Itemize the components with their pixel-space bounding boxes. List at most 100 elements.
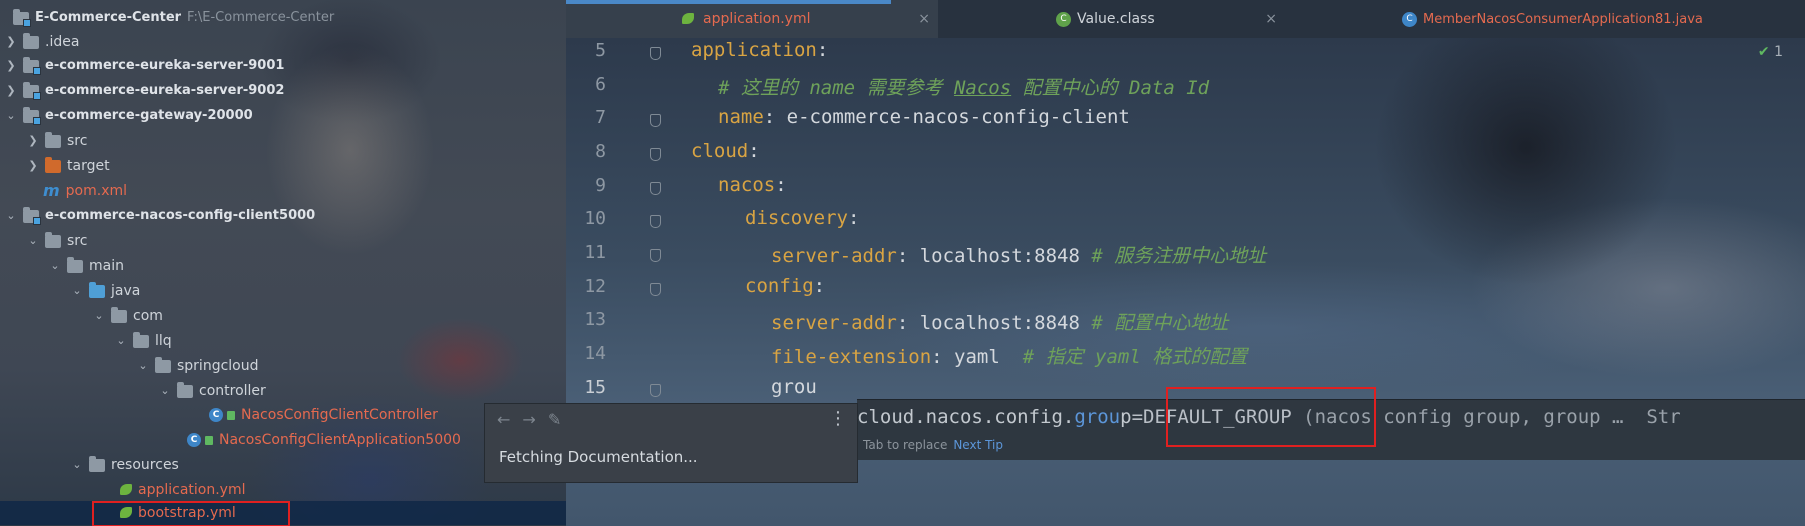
tree-item-springcloud[interactable]: ⌄ springcloud [136,354,259,378]
fold-marker-icon[interactable] [650,215,661,228]
yaml-colon: : [748,140,760,162]
yaml-key: file-extension [771,346,932,368]
class-file-icon: C [1056,11,1071,27]
tree-label: controller [199,383,266,399]
chevron-down-icon[interactable]: ⌄ [70,279,84,303]
tab-label: Value.class [1077,11,1155,27]
fold-marker-icon[interactable] [650,384,661,397]
tree-path: F:\E-Commerce-Center [187,10,335,25]
chevron-down-icon[interactable]: ⌄ [114,329,128,353]
completion-match: grou [1074,406,1121,428]
highlight-box-bootstrap [92,501,290,526]
yaml-comment: 配置中心的 Data Id [1011,77,1210,99]
module-folder-icon [23,81,41,100]
more-options-icon[interactable]: ⋮ [829,408,847,429]
yaml-colon: : [816,39,829,61]
tree-label: src [67,133,88,149]
back-arrow-icon[interactable]: ← [497,410,510,429]
folder-icon [45,131,61,148]
module-folder-icon [23,56,41,75]
tree-item-target[interactable]: ❯ target [26,154,110,178]
yaml-value: localhost:8848 [908,312,1092,334]
chevron-down-icon[interactable]: ⌄ [26,229,40,253]
line-number: 6 [595,74,606,95]
line-number: 13 [584,309,606,330]
class-icon: C [209,408,223,422]
tree-item-resources[interactable]: ⌄ resources [70,453,179,477]
chevron-right-icon[interactable]: ❯ [4,54,18,78]
fold-marker-icon[interactable] [650,114,661,127]
tree-item-controller[interactable]: ⌄ controller [158,379,266,403]
yaml-key: discovery [745,207,848,229]
tree-label: target [67,158,110,174]
close-icon[interactable]: × [918,11,930,27]
chevron-right-icon[interactable]: ❯ [26,154,40,178]
source-folder-icon [89,281,105,298]
tab-value-class[interactable]: C Value.class × [941,0,1285,38]
fold-marker-icon[interactable] [650,249,661,262]
spring-yml-icon [681,12,697,26]
tree-item-eureka-9002[interactable]: ❯ e-commerce-eureka-server-9002 [4,79,284,103]
tree-label: e-commerce-gateway-20000 [45,108,253,123]
chevron-down-icon[interactable]: ⌄ [92,304,106,328]
code-line: config: [745,275,825,297]
tree-item-idea[interactable]: ❯ .idea [4,30,79,54]
line-number: 7 [595,107,606,128]
tree-item-gateway[interactable]: ⌄ e-commerce-gateway-20000 [4,104,253,128]
package-icon [111,306,127,323]
line-number: 11 [584,242,606,263]
chevron-down-icon[interactable]: ⌄ [136,354,150,378]
chevron-down-icon[interactable]: ⌄ [48,254,62,278]
tree-label: pom.xml [65,183,128,199]
tree-item-application-yml[interactable]: application.yml [116,478,246,502]
yaml-value: yaml [942,346,1023,368]
inspection-widget[interactable]: ✔ 1 [1758,44,1783,60]
completion-prefix: cloud.nacos.config. [857,406,1075,428]
tree-item-controller-class[interactable]: C NacosConfigClientController [206,403,438,427]
fold-marker-icon[interactable] [650,47,661,60]
fold-marker-icon[interactable] [650,283,661,296]
tree-item-main[interactable]: ⌄ main [48,254,124,278]
tree-item-eureka-9001[interactable]: ❯ e-commerce-eureka-server-9001 [4,54,284,78]
chevron-right-icon[interactable]: ❯ [4,79,18,103]
typed-text: grou [771,376,817,398]
code-line-current[interactable]: grou [771,376,817,398]
yaml-colon: : [931,346,943,368]
next-tip-link[interactable]: Next Tip [953,438,1003,452]
edit-icon[interactable]: ✎ [548,410,561,429]
chevron-right-icon[interactable]: ❯ [4,30,18,54]
spring-yml-icon [120,484,134,496]
tree-item-com[interactable]: ⌄ com [92,304,163,328]
tree-item-gateway-src[interactable]: ❯ src [26,129,87,153]
tree-item-nacos-config-client[interactable]: ⌄ e-commerce-nacos-config-client5000 [4,204,315,228]
tree-label: main [89,258,124,274]
line-number: 5 [595,40,606,61]
chevron-right-icon[interactable]: ❯ [26,129,40,153]
tree-label: springcloud [177,358,259,374]
tab-member-consumer[interactable]: C MemberNacosConsumerApplication81.java [1288,0,1805,38]
chevron-down-icon[interactable]: ⌄ [158,379,172,403]
chevron-down-icon[interactable]: ⌄ [4,104,18,128]
yaml-colon: : [896,312,909,334]
tree-item-llq[interactable]: ⌄ llq [114,329,172,353]
close-icon[interactable]: × [1265,11,1277,27]
tree-item-java[interactable]: ⌄ java [70,279,140,303]
yaml-colon: : [813,275,826,297]
tree-item-application-class[interactable]: C NacosConfigClientApplication5000 [184,428,461,452]
tab-application-yml[interactable]: application.yml × [566,0,938,38]
tree-label: E-Commerce-Center [35,10,182,25]
forward-arrow-icon[interactable]: → [522,410,535,429]
doc-toolbar: ← → ✎ [485,404,857,434]
tree-item-src[interactable]: ⌄ src [26,229,87,253]
yaml-key: nacos [718,174,776,196]
line-number: 8 [595,141,606,162]
tree-root[interactable]: E-Commerce-Center F:\E-Commerce-Center [8,6,334,30]
yaml-key: server-addr [771,312,897,334]
fold-marker-icon[interactable] [650,182,661,195]
tree-item-pom[interactable]: m pom.xml [40,179,127,203]
fold-marker-icon[interactable] [650,148,661,161]
line-number: 15 [584,377,606,398]
chevron-down-icon[interactable]: ⌄ [4,204,18,228]
completion-hint: Tab to replace Next Tip [863,438,1003,452]
chevron-down-icon[interactable]: ⌄ [70,453,84,477]
